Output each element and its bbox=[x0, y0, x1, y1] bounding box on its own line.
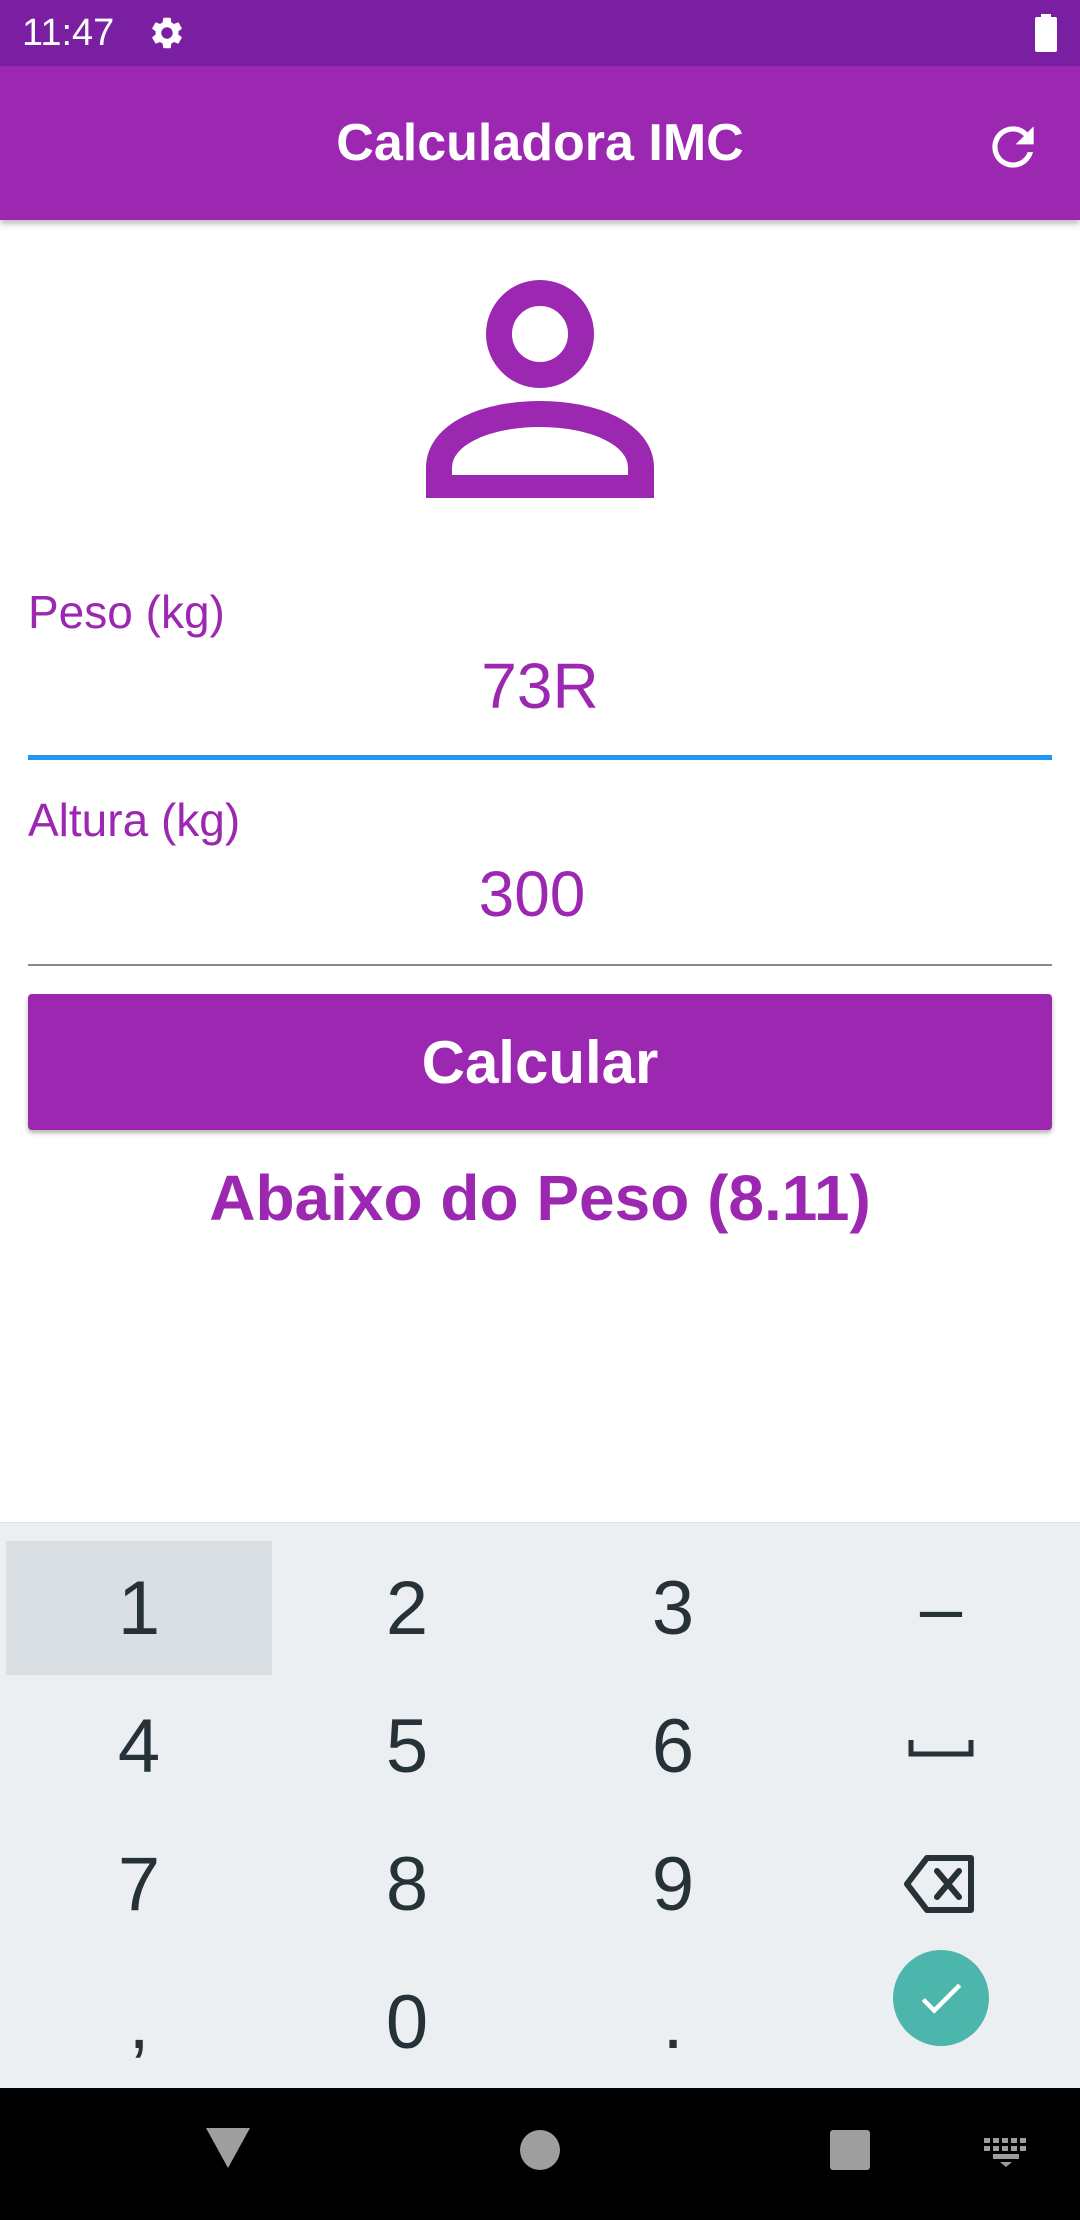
refresh-icon bbox=[992, 126, 1034, 168]
result-text: Abaixo do Peso (8.11) bbox=[209, 1162, 871, 1234]
altura-label: Altura (kg) bbox=[28, 794, 241, 846]
key-0[interactable]: 0 bbox=[274, 1955, 540, 2089]
key-4[interactable]: 4 bbox=[6, 1679, 272, 1813]
done-key-circle bbox=[893, 1950, 989, 2046]
key-6[interactable]: 6 bbox=[540, 1679, 806, 1813]
backspace-icon bbox=[904, 1855, 974, 1913]
peso-underline bbox=[28, 755, 1052, 760]
peso-input[interactable]: 73R bbox=[28, 648, 1052, 724]
altura-underline bbox=[28, 964, 1052, 966]
status-time: 11:47 bbox=[22, 12, 115, 54]
battery-full-icon bbox=[1035, 14, 1057, 52]
refresh-button[interactable] bbox=[982, 116, 1044, 178]
app-bar: Calculadora IMC bbox=[0, 66, 1080, 220]
key-minus[interactable]: – bbox=[808, 1541, 1074, 1675]
keyboard-switch-icon[interactable] bbox=[982, 2136, 1030, 2168]
key-1[interactable]: 1 bbox=[6, 1541, 272, 1675]
person-outline-icon bbox=[426, 280, 654, 498]
key-7[interactable]: 7 bbox=[6, 1817, 272, 1951]
done-check-icon bbox=[921, 1983, 962, 2014]
calcular-button[interactable]: Calcular bbox=[28, 994, 1052, 1130]
key-5[interactable]: 5 bbox=[274, 1679, 540, 1813]
done-key[interactable] bbox=[808, 1931, 1074, 2065]
navigation-bar bbox=[0, 2088, 1080, 2220]
key-2[interactable]: 2 bbox=[274, 1541, 540, 1675]
space-icon bbox=[908, 1740, 974, 1757]
home-circle-icon[interactable] bbox=[518, 2128, 562, 2172]
altura-input[interactable]: 300 bbox=[20, 856, 1044, 932]
status-bar: 11:47 bbox=[0, 0, 1080, 66]
app-title: Calculadora IMC bbox=[336, 114, 744, 172]
key-comma[interactable]: , bbox=[6, 1955, 272, 2089]
key-9[interactable]: 9 bbox=[540, 1817, 806, 1951]
settings-gear-icon bbox=[152, 17, 182, 49]
key-8[interactable]: 8 bbox=[274, 1817, 540, 1951]
numeric-keyboard: 1 2 3 – 4 5 6 7 8 9 , 0 . bbox=[0, 1522, 1080, 2089]
peso-label: Peso (kg) bbox=[28, 586, 225, 638]
back-triangle-icon[interactable] bbox=[204, 2124, 252, 2172]
key-space[interactable] bbox=[808, 1679, 1074, 1813]
key-3[interactable]: 3 bbox=[540, 1541, 806, 1675]
key-period[interactable]: . bbox=[540, 1955, 806, 2089]
recents-square-icon[interactable] bbox=[828, 2128, 872, 2172]
